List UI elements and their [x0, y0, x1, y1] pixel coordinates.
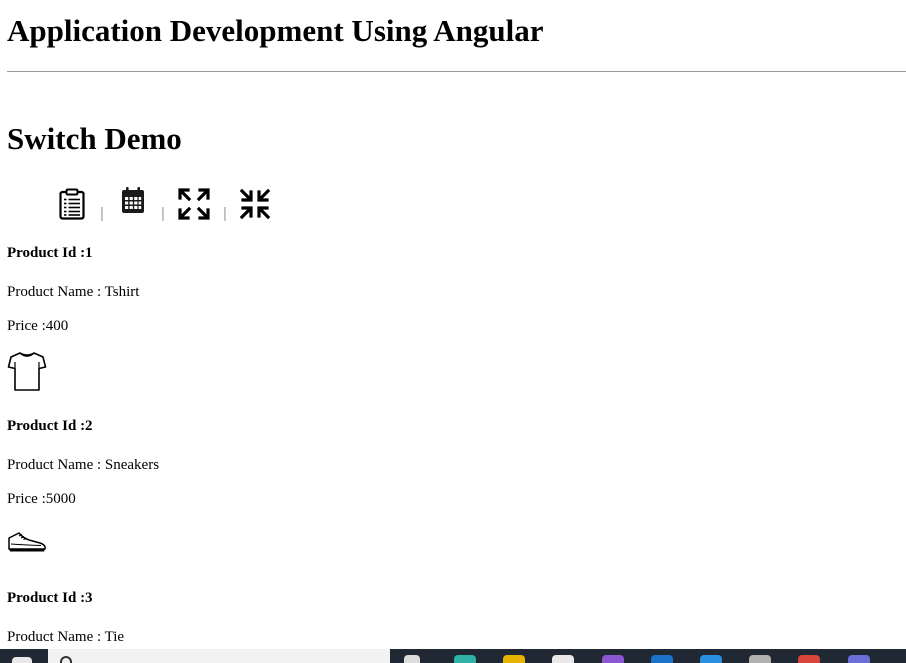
product-price: Price :5000: [7, 491, 76, 507]
expand-icon: [178, 188, 210, 220]
app-title: Application Development Using Angular: [7, 13, 544, 48]
file-explorer-icon[interactable]: [503, 655, 525, 663]
teams-icon[interactable]: [848, 655, 870, 663]
store-icon[interactable]: [552, 655, 574, 663]
clipboard-list-icon: [59, 188, 85, 220]
chrome-icon[interactable]: [798, 655, 820, 663]
list-view-button[interactable]: [55, 187, 89, 221]
terminal-icon[interactable]: [749, 655, 771, 663]
taskbar: [0, 649, 906, 663]
sneaker-icon: [8, 532, 46, 552]
search-icon: [60, 656, 72, 663]
compress-icon: [239, 188, 271, 220]
expand-button[interactable]: [177, 187, 211, 221]
product-name: Product Name : Sneakers: [7, 457, 160, 473]
header-divider: [7, 71, 906, 72]
compress-button[interactable]: [238, 187, 272, 221]
visual-studio-icon[interactable]: [602, 655, 624, 663]
windows-start-icon[interactable]: [12, 657, 32, 663]
product-name: Product Name : Tie: [7, 629, 125, 645]
product-id: Product Id :1: [7, 245, 93, 261]
section-title: Switch Demo: [7, 121, 182, 156]
product-id: Product Id :2: [7, 418, 93, 434]
product-id: Product Id :3: [7, 590, 93, 606]
toolbar-separator: |: [161, 205, 165, 222]
toolbar-separator: |: [100, 205, 104, 222]
product-price: Price :400: [7, 318, 69, 334]
toolbar-separator: |: [223, 205, 227, 222]
vscode-icon[interactable]: [700, 655, 722, 663]
calendar-icon: [122, 187, 144, 213]
taskbar-search-box[interactable]: [48, 649, 390, 663]
product-name: Product Name : Tshirt: [7, 284, 140, 300]
calendar-view-button[interactable]: [116, 183, 150, 217]
task-view-icon[interactable]: [404, 655, 420, 663]
edge-icon[interactable]: [454, 655, 476, 663]
tshirt-icon: [7, 352, 47, 391]
outlook-icon[interactable]: [651, 655, 673, 663]
